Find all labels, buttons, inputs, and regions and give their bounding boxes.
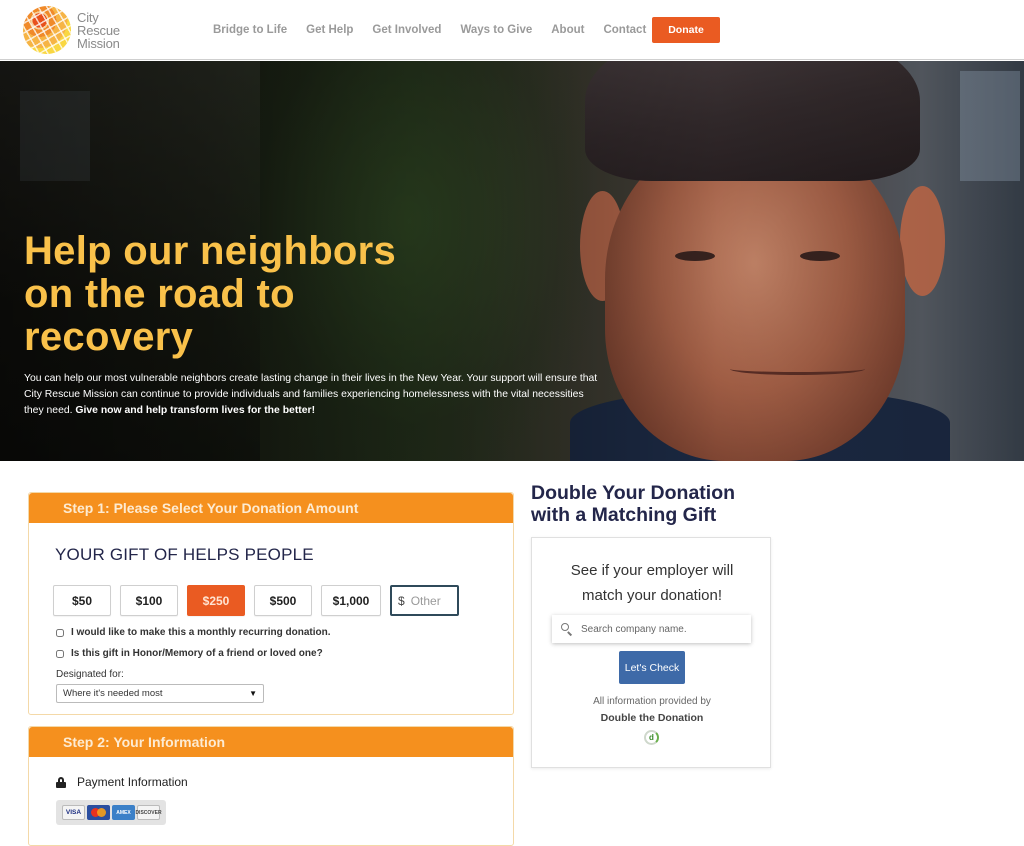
matching-gift-lead: See if your employer will match your don… <box>570 562 734 604</box>
provider-name: Double the Donation <box>600 712 704 724</box>
logo[interactable]: City Rescue Mission <box>23 6 133 54</box>
logo-sun-icon <box>23 6 71 54</box>
amount-options: $50 $100 $250 $500 $1,000 $ <box>53 585 459 616</box>
amount-50-button[interactable]: $50 <box>53 585 111 616</box>
honor-memory-checkbox[interactable] <box>56 649 64 658</box>
matching-gift-title: Double Your Donation with a Matching Gif… <box>531 482 736 526</box>
designated-for-label: Designated for: <box>56 669 124 680</box>
step2-panel: Step 2: Your Information Payment Informa… <box>28 726 514 846</box>
company-search-field[interactable] <box>552 615 751 643</box>
honor-memory-option[interactable]: Is this gift in Honor/Memory of a friend… <box>56 648 323 659</box>
logo-line: City <box>77 9 99 25</box>
lets-check-button[interactable]: Let's Check <box>619 651 685 684</box>
logo-wordmark: City Rescue Mission <box>77 11 120 50</box>
designated-for-select[interactable]: Where it's needed most ▼ <box>56 684 264 703</box>
nav-ways-to-give[interactable]: Ways to Give <box>460 24 532 36</box>
gift-title: YOUR GIFT OF HELPS PEOPLE <box>55 545 314 564</box>
lock-icon <box>56 776 66 788</box>
hero-banner: Help our neighbors on the road to recove… <box>0 61 1024 461</box>
dropdown-arrow-icon: ▼ <box>249 689 257 698</box>
amount-1000-button[interactable]: $1,000 <box>321 585 381 616</box>
search-icon <box>561 623 573 635</box>
visa-card-icon: VISA <box>62 805 85 820</box>
nav-bridge-to-life[interactable]: Bridge to Life <box>213 24 287 36</box>
nav-contact[interactable]: Contact <box>603 24 646 36</box>
hero-body-callout: Give now and help transform lives for th… <box>75 405 316 416</box>
honor-memory-label: Is this gift in Honor/Memory of a friend… <box>71 648 323 659</box>
designated-for-value: Where it's needed most <box>63 688 163 699</box>
logo-line: Rescue <box>77 22 120 38</box>
accepted-cards: VISA AMEX DISCOVER <box>56 800 166 825</box>
step1-header: Step 1: Please Select Your Donation Amou… <box>29 493 513 523</box>
amount-100-button[interactable]: $100 <box>120 585 178 616</box>
payment-info-heading: Payment Information <box>56 775 188 789</box>
main-nav: Bridge to Life Get Help Get Involved Way… <box>213 0 665 60</box>
site-header: City Rescue Mission Bridge to Life Get H… <box>0 0 1024 60</box>
donate-button[interactable]: Donate <box>652 17 720 43</box>
payment-info-label: Payment Information <box>77 775 188 789</box>
amount-500-button[interactable]: $500 <box>254 585 312 616</box>
provided-by-text: All information provided by <box>593 696 711 707</box>
hero-title: Help our neighbors on the road to recove… <box>24 229 397 359</box>
matching-gift-widget: See if your employer will match your don… <box>531 537 771 768</box>
hero-body: You can help our most vulnerable neighbo… <box>24 371 604 419</box>
nav-about[interactable]: About <box>551 24 584 36</box>
amount-250-button[interactable]: $250 <box>187 585 245 616</box>
monthly-recurring-label: I would like to make this a monthly recu… <box>71 627 331 638</box>
step1-panel: Step 1: Please Select Your Donation Amou… <box>28 492 514 715</box>
discover-card-icon: DISCOVER <box>135 805 162 820</box>
nav-get-involved[interactable]: Get Involved <box>372 24 441 36</box>
nav-get-help[interactable]: Get Help <box>306 24 353 36</box>
double-the-donation-logo-icon[interactable]: d <box>644 730 659 745</box>
company-search-input[interactable] <box>581 623 741 635</box>
logo-line: Mission <box>77 35 120 51</box>
mastercard-icon <box>87 805 110 820</box>
monthly-recurring-option[interactable]: I would like to make this a monthly recu… <box>56 627 330 638</box>
other-amount-field[interactable]: $ <box>390 585 459 616</box>
currency-symbol: $ <box>398 593 405 608</box>
other-amount-input[interactable] <box>410 593 455 608</box>
amex-card-icon: AMEX <box>112 805 135 820</box>
step2-header: Step 2: Your Information <box>29 727 513 757</box>
monthly-recurring-checkbox[interactable] <box>56 628 64 637</box>
